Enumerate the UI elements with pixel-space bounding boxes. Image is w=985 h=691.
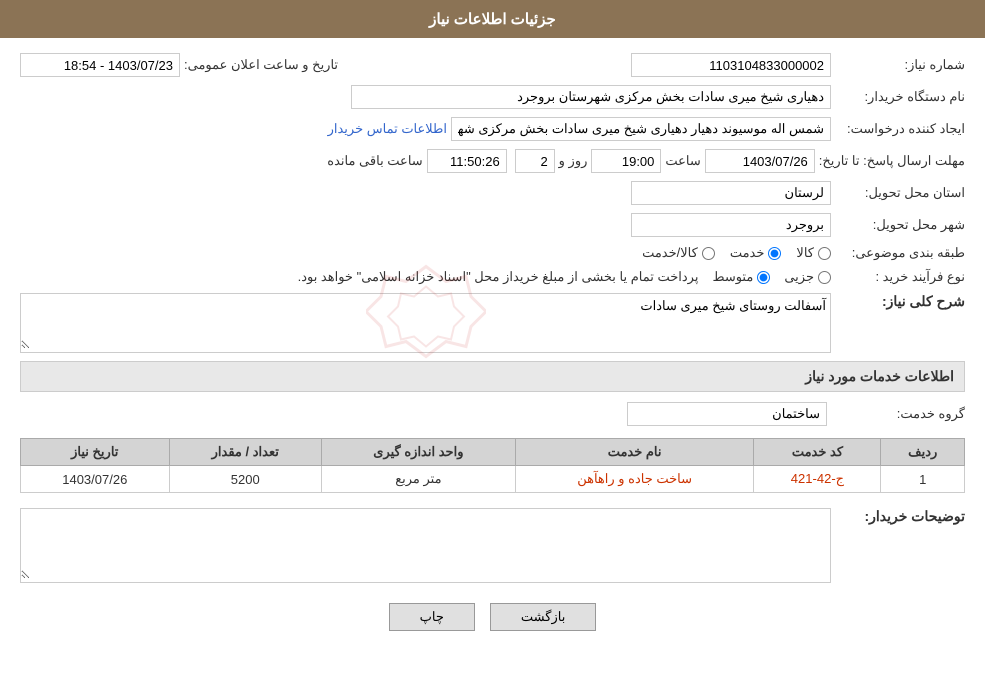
vahed-header: واحد اندازه گیری xyxy=(321,439,515,466)
tabaqe-khadamat[interactable]: خدمت xyxy=(730,245,782,261)
tosihaat-section: توضیحات خریدار: xyxy=(20,508,965,583)
sharh-label: شرح کلی نیاز: xyxy=(835,293,965,310)
countdown-input[interactable] xyxy=(427,149,507,173)
ostan-row: استان محل تحویل: xyxy=(20,181,965,205)
ostan-input[interactable] xyxy=(631,181,831,205)
print-button[interactable]: چاپ xyxy=(389,603,475,631)
main-content: شماره نیاز: تاریخ و ساعت اعلان عمومی: نا… xyxy=(0,38,985,666)
tosihaat-textarea[interactable] xyxy=(21,509,830,579)
mohlat-label: مهلت ارسال پاسخ: تا تاریخ: xyxy=(819,153,965,169)
announce-input[interactable] xyxy=(20,53,180,77)
tedad-header: تعداد / مقدار xyxy=(169,439,321,466)
ijad-row: ایجاد کننده درخواست: اطلاعات تماس خریدار xyxy=(20,117,965,141)
shahr-input[interactable] xyxy=(631,213,831,237)
name-header: نام خدمت xyxy=(515,439,754,466)
farayand-row: نوع فرآیند خرید : جزیی متوسط پرداخت تمام… xyxy=(20,269,965,285)
services-table-section: ردیف کد خدمت نام خدمت واحد اندازه گیری ت… xyxy=(20,438,965,493)
tabaqe-kala-radio[interactable] xyxy=(818,247,831,260)
ijad-label: ایجاد کننده درخواست: xyxy=(835,121,965,137)
tabaqe-radio-group: کالا خدمت کالا/خدمت xyxy=(642,245,831,261)
farayand-jozi[interactable]: جزیی xyxy=(784,269,831,285)
dastgah-label: نام دستگاه خریدار: xyxy=(835,89,965,105)
cell-vahed: متر مربع xyxy=(321,466,515,493)
shomara-label: شماره نیاز: xyxy=(835,57,965,73)
page-container: جزئیات اطلاعات نیاز شماره نیاز: تاریخ و … xyxy=(0,0,985,691)
contact-link[interactable]: اطلاعات تماس خریدار xyxy=(328,121,447,137)
saat-label: ساعت xyxy=(665,153,700,169)
back-button[interactable]: بازگشت xyxy=(490,603,596,631)
saat-input[interactable] xyxy=(591,149,661,173)
gorohe-row: گروه خدمت: xyxy=(20,402,965,426)
farayand-motevaset-radio[interactable] xyxy=(757,271,770,284)
tosihaat-container xyxy=(20,508,831,583)
sharh-section: شرح کلی نیاز: آسفالت روستای شیخ میری ساد… xyxy=(20,293,965,353)
page-title: جزئیات اطلاعات نیاز xyxy=(429,11,556,28)
baghi-label: ساعت باقی مانده xyxy=(327,153,422,169)
cell-name: ساخت جاده و راهآهن xyxy=(515,466,754,493)
services-table: ردیف کد خدمت نام خدمت واحد اندازه گیری ت… xyxy=(20,438,965,493)
ijad-input[interactable] xyxy=(451,117,831,141)
shomara-input[interactable] xyxy=(631,53,831,77)
dastgah-row: نام دستگاه خریدار: xyxy=(20,85,965,109)
tabaqe-kala-khadamat-radio[interactable] xyxy=(702,247,715,260)
radif-header: ردیف xyxy=(881,439,965,466)
tabaqe-khadamat-radio[interactable] xyxy=(768,247,781,260)
tarikh-input[interactable] xyxy=(705,149,815,173)
table-row: 1 ج-42-421 ساخت جاده و راهآهن متر مربع 5… xyxy=(21,466,965,493)
roz-label: روز و xyxy=(559,153,588,169)
announce-label: تاریخ و ساعت اعلان عمومی: xyxy=(184,57,338,73)
farayand-jozi-radio[interactable] xyxy=(818,271,831,284)
sharh-textarea[interactable]: آسفالت روستای شیخ میری سادات xyxy=(21,294,830,349)
dastgah-input[interactable] xyxy=(351,85,831,109)
shahr-label: شهر محل تحویل: xyxy=(835,217,965,233)
footer-buttons: بازگشت چاپ xyxy=(20,603,965,651)
cell-radif: 1 xyxy=(881,466,965,493)
sharh-container: آسفالت روستای شیخ میری سادات xyxy=(20,293,831,353)
tabaqe-kala[interactable]: کالا xyxy=(796,245,831,261)
cell-tedad: 5200 xyxy=(169,466,321,493)
farayand-desc: پرداخت تمام یا بخشی از مبلغ خریداز محل "… xyxy=(298,269,699,285)
cell-code: ج-42-421 xyxy=(754,466,881,493)
gorohe-input[interactable] xyxy=(627,402,827,426)
code-header: کد خدمت xyxy=(754,439,881,466)
tabaqe-row: طبقه بندی موضوعی: کالا خدمت کالا/خدمت xyxy=(20,245,965,261)
tarikh-header: تاریخ نیاز xyxy=(21,439,170,466)
roz-input[interactable] xyxy=(515,149,555,173)
farayand-label: نوع فرآیند خرید : xyxy=(835,269,965,285)
tosihaat-label: توضیحات خریدار: xyxy=(835,508,965,525)
khadamat-section-title: اطلاعات خدمات مورد نیاز xyxy=(20,361,965,392)
ostan-label: استان محل تحویل: xyxy=(835,185,965,201)
cell-tarikh: 1403/07/26 xyxy=(21,466,170,493)
shomara-row: شماره نیاز: تاریخ و ساعت اعلان عمومی: xyxy=(20,53,965,77)
mohlat-row: مهلت ارسال پاسخ: تا تاریخ: ساعت روز و سا… xyxy=(20,149,965,173)
farayand-motevaset[interactable]: متوسط xyxy=(712,269,770,285)
gorohe-label: گروه خدمت: xyxy=(835,406,965,422)
tabaqe-label: طبقه بندی موضوعی: xyxy=(835,245,965,261)
tabaqe-kala-khadamat[interactable]: کالا/خدمت xyxy=(642,245,715,261)
page-header: جزئیات اطلاعات نیاز xyxy=(0,0,985,38)
shahr-row: شهر محل تحویل: xyxy=(20,213,965,237)
